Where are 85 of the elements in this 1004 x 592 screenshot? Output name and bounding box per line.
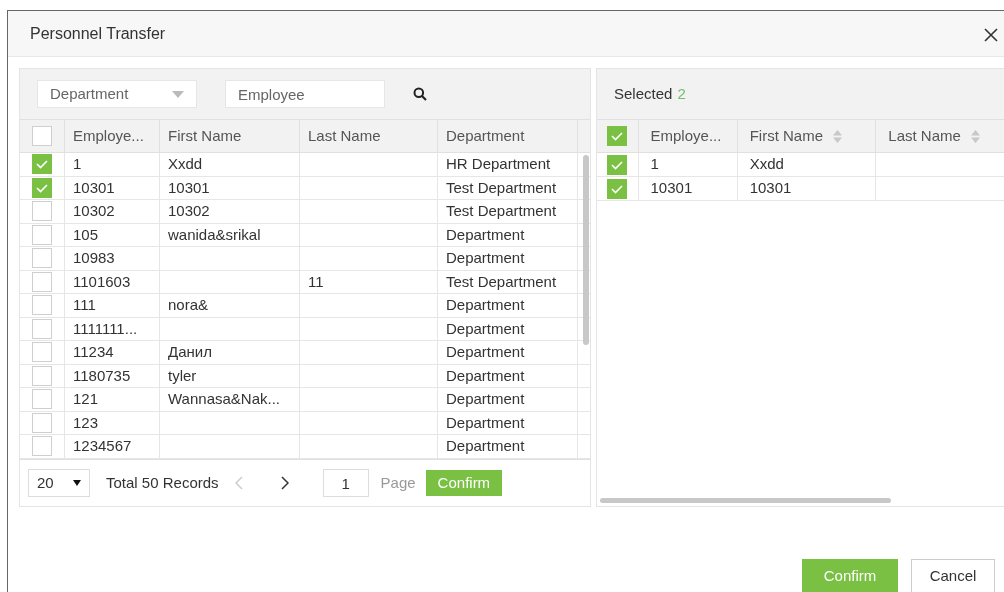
table-cell-text: 1101603: [73, 271, 131, 292]
column-header[interactable]: First Name: [168, 124, 242, 148]
selected-label: Selected: [614, 83, 673, 104]
checkbox[interactable]: [32, 224, 52, 245]
table-cell-text: 10302: [168, 201, 210, 221]
column-header[interactable]: Last Name: [888, 124, 961, 148]
table-cell-text: 11234: [73, 342, 114, 362]
table-cell-text: 123: [73, 412, 99, 433]
column-header[interactable]: Last Name: [308, 124, 381, 148]
table-cell-text: Department: [446, 389, 525, 409]
total-records: Total 50 Records: [106, 472, 219, 493]
table-cell-text: wanida&srikal: [168, 224, 261, 245]
table-cell-text: Department: [446, 248, 525, 268]
cancel-button[interactable]: Cancel: [911, 559, 995, 592]
table-cell-text: Test Department: [446, 177, 557, 198]
table-cell-text: 10301: [749, 178, 792, 199]
previous-icon[interactable]: [234, 476, 243, 490]
checkbox[interactable]: [607, 154, 628, 175]
table-cell-text: Xxdd: [168, 154, 203, 174]
table-cell-text: 10983: [73, 248, 115, 268]
table-cell-text: 111: [73, 295, 96, 315]
column-header[interactable]: Department: [446, 124, 525, 148]
table-cell-text: tyler: [168, 365, 197, 386]
checkbox[interactable]: [32, 318, 52, 339]
checkbox[interactable]: [32, 389, 52, 410]
checkbox[interactable]: [32, 365, 52, 386]
table-cell-text: Department: [446, 436, 525, 456]
check-icon: [610, 129, 625, 143]
horizontal-scrollbar-thumb[interactable]: [600, 498, 891, 503]
scrollbar-thumb[interactable]: [583, 155, 589, 345]
checkbox[interactable]: [32, 342, 52, 363]
page-size-select[interactable]: 20: [28, 469, 90, 497]
column-header[interactable]: First Name: [749, 124, 823, 148]
dialog-title: Personnel Transfer: [30, 23, 166, 44]
checkbox[interactable]: [32, 154, 52, 175]
table-cell-text: Данил: [168, 342, 212, 362]
table-cell-text: 1180735: [73, 365, 131, 386]
table-cell-text: Department: [446, 318, 525, 339]
table-cell-text: Test Department: [446, 201, 557, 221]
close-icon[interactable]: [984, 28, 998, 42]
table-cell-text: Test Department: [446, 271, 557, 292]
table-cell-text: 10301: [650, 178, 693, 199]
table-cell-text: Xxdd: [749, 154, 784, 175]
table-cell-text: 1: [73, 154, 82, 174]
page-input[interactable]: 1: [322, 469, 369, 497]
table-cell-text: Department: [446, 295, 525, 315]
column-header[interactable]: Employe...: [650, 124, 722, 148]
checkbox[interactable]: [32, 248, 52, 269]
caret-icon: [172, 90, 184, 98]
checkbox[interactable]: [32, 201, 52, 222]
caret-icon: [73, 480, 81, 486]
table-cell-text: Department: [446, 342, 525, 362]
table-cell-text: 1111111...: [73, 318, 138, 339]
search-icon[interactable]: [413, 87, 427, 101]
table-cell-text: HR Department: [446, 154, 551, 174]
sort-icon[interactable]: [970, 129, 980, 143]
checkbox[interactable]: [32, 412, 52, 433]
department-select[interactable]: Department: [37, 80, 197, 108]
table-cell-text: 11: [308, 271, 324, 292]
table-cell-text: 105: [73, 224, 99, 245]
checkbox[interactable]: [32, 177, 52, 198]
table-cell-text: Wannasa&Nak...: [168, 389, 280, 409]
checkbox[interactable]: [32, 126, 52, 146]
sort-icon[interactable]: [833, 129, 842, 143]
checkbox[interactable]: [32, 295, 52, 316]
table-cell-text: 10301: [73, 177, 115, 198]
checkbox[interactable]: [607, 126, 628, 146]
table-cell-text: Department: [446, 224, 525, 245]
table-cell-text: 121: [73, 389, 99, 409]
employee-search-field[interactable]: Employee: [225, 80, 385, 108]
column-header[interactable]: Employe...: [73, 124, 144, 148]
selected-count: 2: [677, 83, 686, 104]
table-cell-text: 1: [650, 154, 659, 175]
checkbox[interactable]: [32, 436, 52, 457]
table-cell-text: nora&: [168, 295, 209, 315]
table-cell-text: 10301: [168, 177, 210, 198]
page-label: Page: [380, 472, 416, 493]
next-icon[interactable]: [280, 476, 289, 490]
checkbox[interactable]: [607, 178, 628, 199]
check-icon: [35, 157, 49, 172]
table-cell-text: Department: [446, 412, 525, 433]
table-cell-text: Department: [446, 365, 525, 386]
checkbox[interactable]: [32, 271, 52, 292]
table-cell-text: 10302: [73, 201, 115, 221]
table-cell-text: 1234567: [73, 436, 132, 456]
